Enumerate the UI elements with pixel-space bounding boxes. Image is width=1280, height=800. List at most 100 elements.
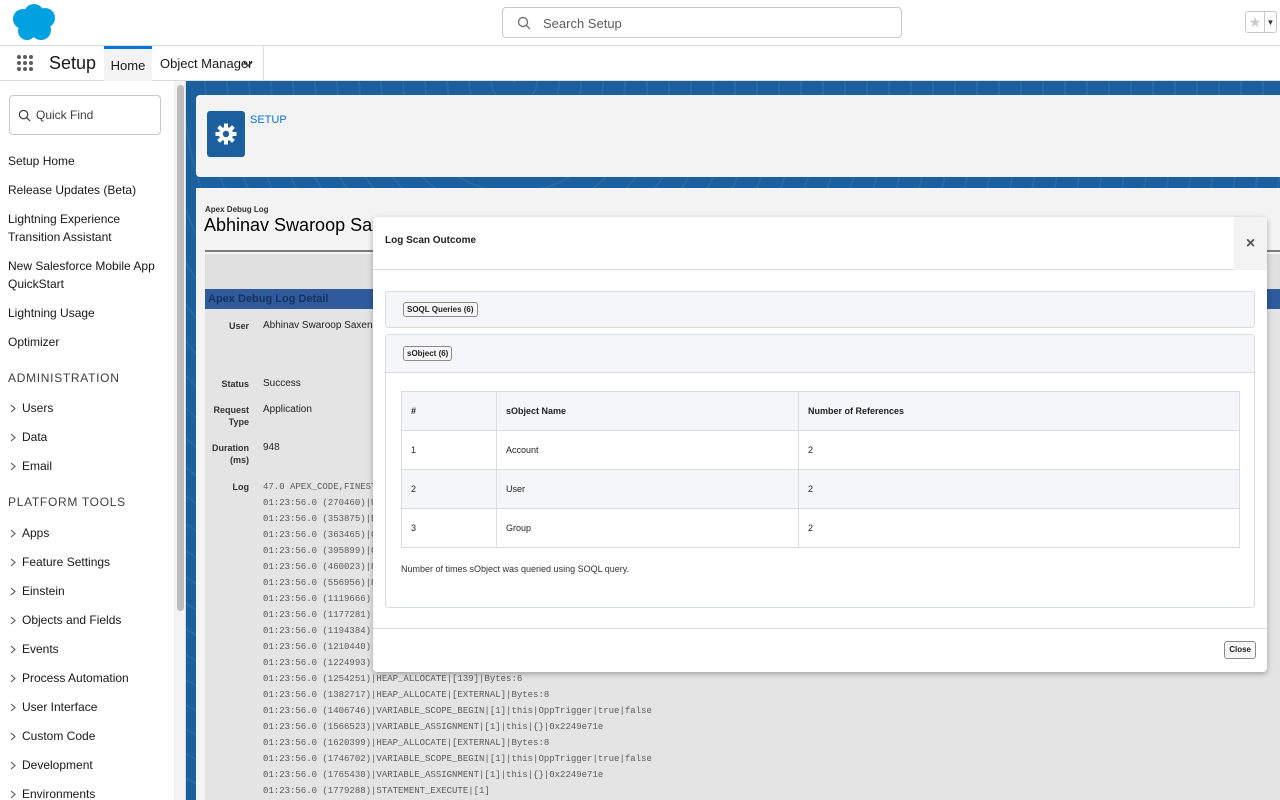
log-line: 01:23:56.0 (1210440)|HE (263, 642, 388, 652)
table-row: 2 User 2 (401, 469, 1240, 509)
sobject-table: # sObject Name Number of References 1 Ac… (401, 391, 1240, 548)
sidebar-item-einstein[interactable]: Einstein (8, 584, 65, 598)
quick-find-input[interactable] (34, 104, 154, 126)
sobject-toggle-button[interactable]: sObject (6) (403, 346, 453, 361)
log-line: 01:23:56.0 (1620399)|HEAP_ALLOCATE|[EXTE… (263, 738, 550, 748)
table-row: 3 Group 2 (401, 508, 1240, 548)
sidebar-item-label: Objects and Fields (22, 613, 122, 627)
sidebar-item-data[interactable]: Data (8, 430, 47, 444)
chevron-down-icon[interactable] (242, 58, 254, 70)
field-value-duration: 948 (263, 442, 280, 453)
log-line: 01:23:56.0 (1765430)|VARIABLE_ASSIGNMENT… (263, 770, 604, 780)
log-line: 01:23:56.0 (395899)|COD (263, 546, 388, 556)
chevron-right-icon[interactable] (8, 732, 17, 741)
log-line: 01:23:56.0 (1746702)|VARIABLE_SCOPE_BEGI… (263, 754, 652, 764)
sidebar-section-platform-tools: PLATFORM TOOLS (8, 495, 126, 509)
tab-home[interactable]: Home (104, 46, 152, 81)
sidebar-item-label: User Interface (22, 700, 98, 714)
table-cell: Account (496, 430, 799, 470)
sidebar-item-label: Users (22, 401, 54, 415)
chevron-right-icon[interactable] (8, 404, 17, 413)
field-label-log: Log (232, 482, 250, 492)
log-line: 01:23:56.0 (353875)|EXE (263, 514, 388, 524)
log-line: 01:23:56.0 (1224993)|HE (263, 658, 388, 668)
search-icon (18, 109, 31, 122)
field-label-duration: Duration (ms) (212, 443, 249, 465)
table-cell: 3 (401, 508, 497, 548)
search-setup-input[interactable] (541, 12, 891, 34)
sidebar-item-objects-and-fields[interactable]: Objects and Fields (8, 613, 121, 627)
app-name: Setup (49, 53, 97, 73)
table-header-row: # sObject Name Number of References (401, 391, 1240, 431)
log-line: 01:23:56.0 (1177281)|HE (263, 610, 388, 620)
chevron-right-icon[interactable] (8, 790, 17, 799)
table-cell: Group (496, 508, 799, 548)
log-line: 01:23:56.0 (1779288)|STATEMENT_EXECUTE|[… (263, 786, 490, 796)
sidebar-item-label: Process Automation (22, 671, 129, 685)
favorites-menu-chevron-icon[interactable]: ▼ (1264, 12, 1276, 32)
table-cell: User (496, 469, 799, 509)
sidebar-item-development[interactable]: Development (8, 758, 93, 772)
setup-header-card: SETUP (196, 95, 1280, 177)
search-setup-field[interactable] (502, 7, 902, 38)
chevron-right-icon[interactable] (8, 462, 17, 471)
log-line: 01:23:56.0 (270460)|USE (263, 498, 388, 508)
chevron-right-icon[interactable] (8, 674, 17, 683)
column-header-sobject-name: sObject Name (496, 391, 799, 431)
sidebar-item-process-automation[interactable]: Process Automation (8, 671, 129, 685)
salesforce-logo[interactable] (10, 3, 56, 43)
sidebar-item-email[interactable]: Email (8, 459, 52, 473)
sidebar-item-label: Development (22, 758, 93, 772)
sidebar-item-label: Events (22, 642, 59, 656)
favorite-star-icon[interactable]: ★ (1246, 12, 1264, 32)
chevron-right-icon[interactable] (8, 761, 17, 770)
sidebar-item-label: Email (22, 459, 53, 473)
sidebar-link-release-updates[interactable]: Release Updates (Beta) (8, 181, 168, 199)
column-header-references: Number of References (798, 391, 1240, 431)
sobject-panel: sObject (6) # sObject Name Number of Ref… (385, 334, 1255, 608)
chevron-right-icon[interactable] (8, 645, 17, 654)
sidebar-item-apps[interactable]: Apps (8, 526, 49, 540)
sidebar-item-environments[interactable]: Environments (8, 787, 95, 800)
sidebar-scrollbar-thumb[interactable] (177, 85, 184, 611)
quick-find-field[interactable] (9, 95, 161, 135)
sidebar-link-mobile-quickstart[interactable]: New Salesforce Mobile App QuickStart (8, 257, 168, 293)
tab-object-manager[interactable]: Object Manager (152, 46, 264, 81)
column-header-index: # (401, 391, 497, 431)
sidebar-link-setup-home[interactable]: Setup Home (8, 152, 168, 170)
chevron-right-icon[interactable] (8, 558, 17, 567)
sidebar-item-label: Einstein (22, 584, 65, 598)
field-label-user: User (228, 321, 249, 331)
chevron-right-icon[interactable] (8, 433, 17, 442)
close-icon[interactable]: × (1234, 217, 1267, 270)
sidebar-item-label: Custom Code (22, 729, 96, 743)
search-icon (517, 16, 531, 30)
chevron-right-icon[interactable] (8, 703, 17, 712)
sidebar-item-feature-settings[interactable]: Feature Settings (8, 555, 110, 569)
setup-breadcrumb[interactable]: SETUP (250, 114, 287, 126)
field-value-request-type: Application (263, 404, 312, 415)
sidebar-link-lightning-transition[interactable]: Lightning Experience Transition Assistan… (8, 210, 168, 246)
log-line: 01:23:56.0 (1406746)|VARIABLE_SCOPE_BEGI… (263, 706, 652, 716)
sidebar-item-users[interactable]: Users (8, 401, 53, 415)
chevron-right-icon[interactable] (8, 587, 17, 596)
app-launcher-icon[interactable] (16, 54, 34, 72)
sidebar-link-optimizer[interactable]: Optimizer (8, 333, 168, 351)
table-row: 1 Account 2 (401, 430, 1240, 470)
modal-header: Log Scan Outcome × (373, 217, 1267, 270)
sidebar-item-label: Data (22, 430, 48, 444)
log-line: 01:23:56.0 (556956)|HEA (263, 578, 388, 588)
sidebar-item-user-interface[interactable]: User Interface (8, 700, 97, 714)
global-header: ★ ▼ (0, 0, 1280, 46)
close-button[interactable]: Close (1224, 641, 1256, 659)
log-line: 01:23:56.0 (1194384)|HE (263, 626, 388, 636)
sidebar-item-custom-code[interactable]: Custom Code (8, 729, 95, 743)
chevron-right-icon[interactable] (8, 529, 17, 538)
soql-queries-toggle-button[interactable]: SOQL Queries (6) (403, 302, 478, 317)
sidebar-link-lightning-usage[interactable]: Lightning Usage (8, 304, 168, 322)
log-line: 01:23:56.0 (1382717)|HEAP_ALLOCATE|[EXTE… (263, 690, 550, 700)
sidebar-item-events[interactable]: Events (8, 642, 59, 656)
sidebar-item-label: Environments (22, 787, 96, 800)
chevron-right-icon[interactable] (8, 616, 17, 625)
log-eyebrow: Apex Debug Log (205, 205, 269, 214)
